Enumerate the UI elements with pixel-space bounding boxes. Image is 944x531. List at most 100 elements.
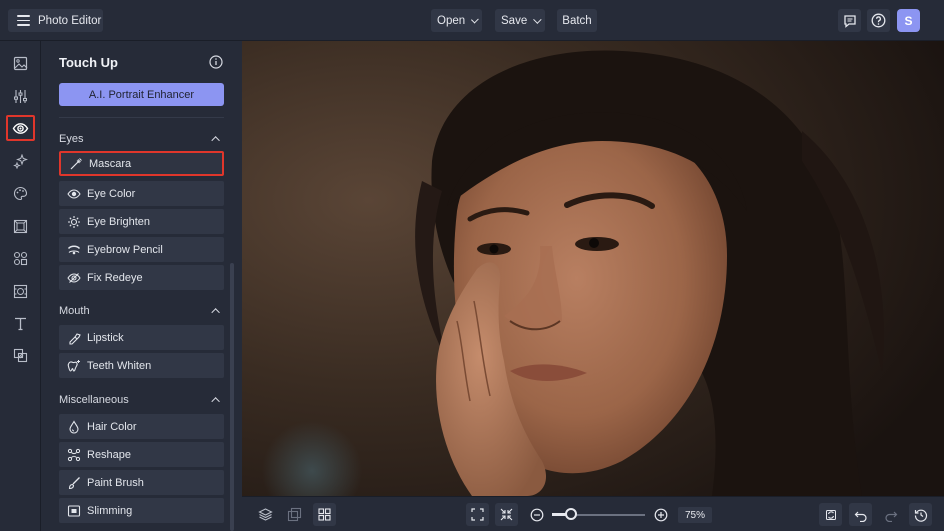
- open-label: Open: [437, 14, 466, 27]
- help-button[interactable]: [867, 9, 890, 32]
- reshape-icon: [67, 448, 81, 461]
- shrink-icon: [500, 508, 513, 521]
- drop-icon: [69, 419, 79, 434]
- zoom-slider-handle[interactable]: [564, 508, 577, 520]
- slimming-icon: [67, 504, 81, 517]
- fit-screen-button[interactable]: [466, 503, 489, 526]
- zoom-level-field[interactable]: 75%: [678, 507, 712, 523]
- eye-color-icon: [67, 188, 81, 199]
- tool-paint-brush[interactable]: Paint Brush: [59, 470, 224, 495]
- section-mouth-header[interactable]: Mouth: [59, 303, 224, 319]
- rail-effects-button[interactable]: [6, 148, 35, 174]
- tool-eye-color[interactable]: Eye Color: [59, 181, 224, 206]
- layers-button[interactable]: [254, 503, 277, 526]
- tool-teeth-whiten[interactable]: Teeth Whiten: [59, 353, 224, 378]
- redo-button[interactable]: [879, 503, 902, 526]
- tool-label: Reshape: [87, 448, 132, 461]
- tool-lipstick[interactable]: Lipstick: [59, 325, 224, 350]
- touch-up-panel: Touch Up A.I. Portrait Enhancer Eyes Mas…: [41, 41, 242, 531]
- replace-image-button[interactable]: [819, 503, 842, 526]
- hamburger-icon: [17, 15, 30, 26]
- rail-touch-up-button[interactable]: [6, 115, 35, 141]
- ai-portrait-enhancer-button[interactable]: A.I. Portrait Enhancer: [59, 83, 224, 106]
- sliders-icon: [14, 89, 27, 103]
- tool-eyebrow-pencil[interactable]: Eyebrow Pencil: [59, 237, 224, 262]
- redo-icon: [884, 511, 897, 522]
- tool-label: Eyebrow Pencil: [87, 243, 163, 256]
- zoom-in-icon: [654, 508, 667, 521]
- sparkle-icon: [13, 153, 28, 169]
- brush-icon: [68, 476, 80, 489]
- layers-icon: [258, 508, 273, 521]
- photo-editor-menu-button[interactable]: Photo Editor: [8, 9, 103, 32]
- eye-icon: [12, 122, 29, 134]
- tool-label: Eye Color: [87, 187, 136, 200]
- tool-label: Slimming: [87, 504, 133, 517]
- tool-label: Lipstick: [87, 331, 124, 344]
- rail-graphics-button[interactable]: [6, 245, 35, 271]
- top-bar: Photo Editor Open Save Batch S: [0, 0, 944, 41]
- photo-canvas[interactable]: [242, 41, 944, 496]
- chevron-up-icon: [211, 308, 220, 317]
- feedback-button[interactable]: [838, 9, 861, 32]
- grid-view-button[interactable]: [313, 503, 336, 526]
- chevron-up-icon: [211, 136, 220, 145]
- tool-eye-brighten[interactable]: Eye Brighten: [59, 209, 224, 234]
- rail-frames-button[interactable]: [6, 213, 35, 239]
- tool-rail: [0, 41, 41, 531]
- rail-textures-button[interactable]: [6, 278, 35, 304]
- frame-icon: [13, 219, 28, 233]
- palette-icon: [13, 186, 28, 200]
- panel-scrollbar[interactable]: [230, 263, 234, 531]
- rail-overlays-button[interactable]: [6, 342, 35, 368]
- open-menu-button[interactable]: Open: [431, 9, 482, 32]
- save-menu-button[interactable]: Save: [495, 9, 545, 32]
- undo-button[interactable]: [849, 503, 872, 526]
- divider: [59, 117, 224, 118]
- section-eyes-label: Eyes: [59, 133, 84, 145]
- chevron-up-icon: [211, 397, 220, 406]
- rail-text-button[interactable]: [6, 310, 35, 336]
- compare-button[interactable]: [283, 503, 306, 526]
- tool-label: Paint Brush: [87, 476, 144, 489]
- texture-icon: [13, 284, 28, 298]
- undo-icon: [854, 511, 867, 522]
- tool-label: Hair Color: [87, 420, 137, 433]
- tool-reshape[interactable]: Reshape: [59, 442, 224, 467]
- section-mouth-label: Mouth: [59, 305, 90, 317]
- shapes-icon: [13, 251, 28, 265]
- save-label: Save: [501, 14, 528, 27]
- tool-fix-redeye[interactable]: Fix Redeye: [59, 265, 224, 290]
- rail-artsy-button[interactable]: [6, 180, 35, 206]
- chevron-down-icon: [533, 14, 542, 24]
- user-avatar[interactable]: S: [897, 9, 920, 32]
- tool-slimming[interactable]: Slimming: [59, 498, 224, 523]
- zoom-out-icon: [530, 508, 543, 521]
- bottom-bar: 75%: [242, 496, 944, 531]
- tool-hair-color[interactable]: Hair Color: [59, 414, 224, 439]
- app-title: Photo Editor: [38, 14, 102, 27]
- rail-adjust-button[interactable]: [6, 83, 35, 109]
- tooth-sparkle-icon: [67, 359, 80, 372]
- tool-mascara[interactable]: Mascara: [59, 151, 224, 176]
- tool-label: Eye Brighten: [87, 215, 150, 228]
- rail-image-button[interactable]: [6, 50, 35, 76]
- info-icon[interactable]: [209, 55, 223, 69]
- refresh-icon: [825, 509, 836, 520]
- help-icon: [871, 13, 886, 28]
- image-icon: [13, 56, 28, 70]
- actual-size-button[interactable]: [495, 503, 518, 526]
- panel-title: Touch Up: [59, 55, 118, 70]
- zoom-out-button[interactable]: [525, 503, 548, 526]
- overlay-icon: [13, 348, 28, 362]
- section-miscellaneous-header[interactable]: Miscellaneous: [59, 392, 224, 408]
- batch-button[interactable]: Batch: [557, 9, 597, 32]
- history-icon: [914, 509, 927, 522]
- history-button[interactable]: [909, 503, 932, 526]
- grid-icon: [318, 508, 331, 521]
- section-eyes-header[interactable]: Eyes: [59, 131, 224, 147]
- lipstick-icon: [69, 332, 81, 345]
- eye-slash-icon: [67, 272, 81, 283]
- zoom-in-button[interactable]: [649, 503, 672, 526]
- tool-label: Teeth Whiten: [87, 359, 152, 372]
